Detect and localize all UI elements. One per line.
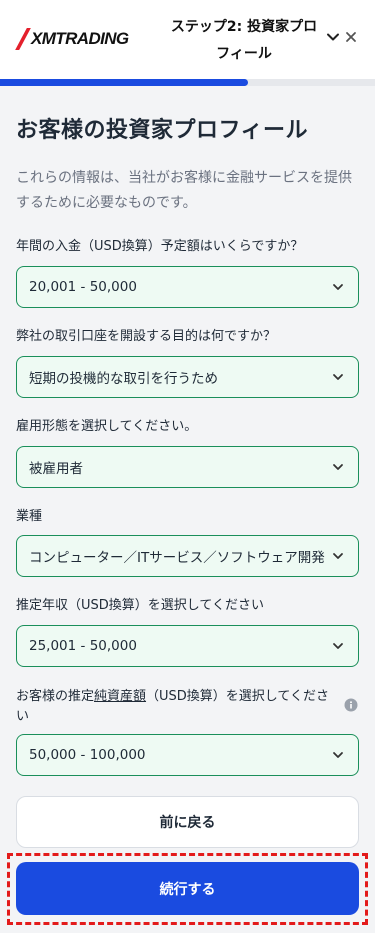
- progress-bar: [0, 79, 375, 86]
- industry-select[interactable]: コンピューター／ITサービス／ソフトウェア開発: [16, 535, 359, 577]
- back-button[interactable]: 前に戻る: [16, 796, 359, 848]
- chevron-down-icon: [333, 374, 343, 380]
- form-content: お客様の投資家プロフィール これらの情報は、当社がお客様に金融サービスを提供する…: [0, 86, 375, 933]
- annual-income-select[interactable]: 25,001 - 50,000: [16, 625, 359, 667]
- progress-fill: [0, 79, 248, 86]
- account-purpose-select[interactable]: 短期の投機的な取引を行うため: [16, 356, 359, 398]
- step-title: ステップ2: 投資家プロフィール: [170, 19, 318, 62]
- employment-status-label: 雇用形態を選択してください。: [16, 419, 198, 434]
- net-worth-value: 50,000 - 100,000: [29, 747, 146, 763]
- chevron-down-icon: [333, 464, 343, 470]
- xm-logo: XMTRADING: [15, 28, 129, 50]
- account-purpose-value: 短期の投機的な取引を行うため: [29, 371, 218, 387]
- net-worth-label-prefix: お客様の推定: [16, 689, 95, 704]
- logo-text: XMTRADING: [31, 29, 129, 48]
- annual-income-label: 推定年収（USD換算）を選択してください: [16, 598, 264, 613]
- close-icon[interactable]: [344, 30, 358, 44]
- info-icon[interactable]: [344, 698, 358, 712]
- chevron-down-icon: [333, 752, 343, 758]
- net-worth-select[interactable]: 50,000 - 100,000: [16, 734, 359, 776]
- employment-status-select[interactable]: 被雇用者: [16, 446, 359, 488]
- chevron-down-icon: [333, 553, 343, 559]
- page-title: お客様の投資家プロフィール: [16, 118, 309, 143]
- deposit-amount-value: 20,001 - 50,000: [29, 279, 137, 295]
- industry-value: コンピューター／ITサービス／ソフトウェア開発: [29, 550, 325, 566]
- logo-mark-icon: [15, 28, 31, 50]
- deposit-amount-select[interactable]: 20,001 - 50,000: [16, 266, 359, 308]
- deposit-amount-label: 年間の入金（USD換算）予定額はいくらですか？: [16, 239, 304, 254]
- page-description: これらの情報は、当社がお客様に金融サービスを提供するために必要なものです。: [16, 170, 352, 211]
- annual-income-value: 25,001 - 50,000: [29, 638, 137, 654]
- employment-status-value: 被雇用者: [29, 461, 83, 477]
- chevron-down-icon: [333, 643, 343, 649]
- app-header: XMTRADING ステップ2: 投資家プロフィール: [0, 0, 375, 80]
- chevron-down-icon[interactable]: [326, 30, 340, 44]
- continue-button[interactable]: 続行する: [16, 862, 359, 915]
- industry-label: 業種: [16, 509, 43, 524]
- net-worth-label: お客様の推定純資産額（USD換算）を選択してください: [16, 687, 334, 727]
- net-worth-term-link[interactable]: 純資産額: [94, 689, 146, 704]
- chevron-down-icon: [333, 284, 343, 290]
- account-purpose-label: 弊社の取引口座を開設する目的は何ですか？: [16, 329, 277, 344]
